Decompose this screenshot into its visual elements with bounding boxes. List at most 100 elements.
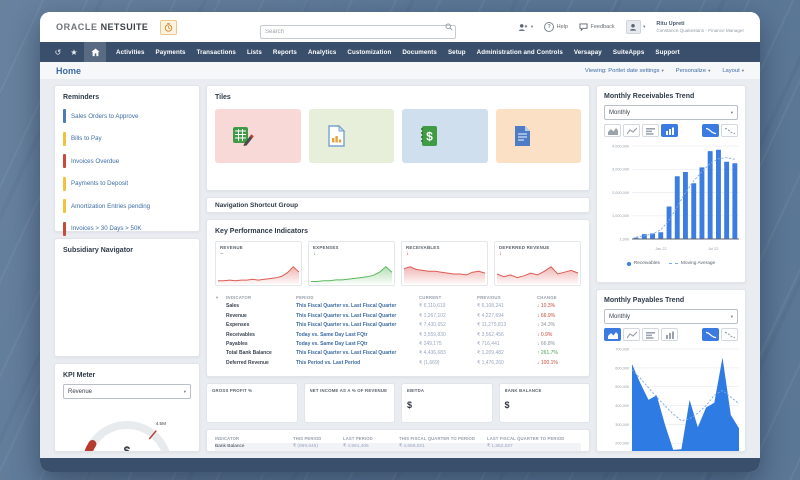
nav-item[interactable]: Lists [247,49,262,56]
home-tab[interactable] [84,42,106,62]
nav-item[interactable]: Support [655,49,679,56]
reminder-item[interactable]: Bills to Pay [63,131,191,146]
oracle-logo-text: ORACLE [56,22,98,32]
trendline-off-button[interactable] [721,328,738,341]
hbar-chart-button[interactable] [642,328,659,341]
nav-item[interactable]: Administration and Controls [477,49,563,56]
reminders-title: Reminders [63,94,100,101]
summary-card[interactable]: BANK BALANCE $ [498,383,590,424]
trendline-off-button[interactable] [721,124,738,137]
area-chart-button[interactable] [604,328,621,341]
main-navbar: ↺ ★ Activities Payments Transactions Lis… [40,42,760,62]
viewing-settings-dropdown[interactable]: Viewing: Portlet date settings ▾ [585,68,664,74]
svg-text:4,000,000: 4,000,000 [612,144,629,148]
feedback-menu[interactable]: Feedback [579,23,615,31]
kpi-row-indicator: Payables [226,341,248,348]
reminder-item[interactable]: Amortization Entries pending [63,199,191,213]
payables-period-value: Monthly [609,313,631,320]
trend-down-icon: ↓ [499,251,502,257]
personalize-dropdown[interactable]: Personalize ▾ [676,68,711,74]
kpi-row-current: ₹ (1,669) [419,359,440,366]
trendline-on-button[interactable] [702,124,719,137]
nav-item[interactable]: Analytics [308,49,336,56]
chevron-down-icon: ▾ [183,388,186,394]
nav-item[interactable]: Setup [448,49,466,56]
payables-chart-toolbar [604,328,738,341]
kpi-row-period-link[interactable]: This Fiscal Quarter vs. Last Fiscal Quar… [296,302,419,311]
reminder-label: Invoices > 30 Days > 50K [71,225,142,232]
receivables-legend: Receivables Moving Average [604,261,738,266]
nav-item[interactable]: Reports [273,49,297,56]
shortcuts-star-icon[interactable]: ★ [66,48,82,57]
kpi-card-deferred-revenue[interactable]: DEFERRED REVENUE ↓ [494,241,581,286]
receivables-chart-toolbar [604,124,738,137]
line-chart-button[interactable] [623,124,640,137]
reminder-item[interactable]: Sales Orders to Approve [63,109,191,123]
create-new-menu[interactable]: ▾ [518,23,533,32]
kpi-row-period-link[interactable]: This Period vs. Last Period [296,359,419,368]
nav-item[interactable]: Activities [116,49,145,56]
nav-item[interactable]: Payments [156,49,186,56]
subsidiary-navigator-portlet: Subsidiary Navigator [54,238,200,357]
reminder-item[interactable]: Invoices Overdue [63,154,191,168]
area-chart-button[interactable] [604,124,621,137]
filter-icon[interactable]: ▼ [215,293,226,302]
netsuite-logo-text: NETSUITE [100,22,149,32]
trendline-on-button[interactable] [702,328,719,341]
kpi-row-indicator: Revenue [226,312,247,319]
svg-text:Jul 22: Jul 22 [708,247,718,251]
summary-card[interactable]: EBITDA $ [401,383,493,424]
layout-dropdown[interactable]: Layout ▾ [722,68,744,74]
trend-icon: – [220,251,224,257]
kpi-row-indicator: Total Bank Balance [226,350,272,357]
svg-text:$: $ [124,444,131,452]
tile-spreadsheet-edit[interactable] [215,109,301,163]
reminder-item[interactable]: Invoices > 30 Days > 50K [63,221,191,236]
kpi-row-period-link[interactable]: Today vs. Same Day Last FQtr [296,331,419,340]
kpi-row-period-link[interactable]: Today vs. Same Day Last FQtr [296,340,419,349]
oracle-netsuite-logo[interactable]: ORACLE NETSUITE [56,22,148,32]
trend-down-icon: ↓ [313,251,316,257]
payables-period-select[interactable]: Monthly ▾ [604,309,738,324]
summary-card[interactable]: NET INCOME AS A % OF REVENUE [303,383,395,424]
kpi-row-period-link[interactable]: This Fiscal Quarter vs. Last Fiscal Quar… [296,321,419,330]
kpi-meter-select[interactable]: Revenue ▾ [63,384,191,399]
reminder-item[interactable]: Payments to Deposit [63,176,191,191]
line-chart-button[interactable] [623,328,640,341]
reminder-severity-bar [63,131,66,146]
subsidiary-navigator-title: Subsidiary Navigator [63,247,134,254]
tiles-row: $ [215,109,581,163]
tile-ledger-dollar[interactable]: $ [402,109,488,163]
receivables-period-select[interactable]: Monthly ▾ [604,105,738,120]
kpi-row-period-link[interactable]: This Fiscal Quarter vs. Last Fiscal Quar… [296,349,419,358]
tile-document[interactable] [495,109,581,163]
help-menu[interactable]: ? Help [544,22,568,32]
timer-icon[interactable] [160,19,178,35]
user-menu[interactable]: ▾ [625,20,645,34]
kpi-card-revenue[interactable]: REVENUE – [215,241,302,286]
recent-records-icon[interactable]: ↺ [50,48,66,57]
hbar-chart-button[interactable] [642,124,659,137]
search-input[interactable] [260,25,456,39]
nav-item[interactable]: Versapay [574,49,602,56]
kpi-card-expenses[interactable]: EXPENSES ↓ [308,241,395,286]
column-chart-button[interactable] [661,328,678,341]
chevron-down-icon: ▾ [730,313,733,319]
column-chart-button[interactable] [661,124,678,137]
avatar [625,20,641,34]
kpi-card-receivables[interactable]: RECEIVABLES ↓ [401,241,488,286]
nav-item[interactable]: Documents [402,49,437,56]
tile-report-document[interactable] [308,109,394,163]
nav-item[interactable]: Customization [347,49,391,56]
kpi-table-header: ▼ INDICATOR PERIOD CURRENT PREVIOUS CHAN… [215,293,581,302]
person-icon [630,23,637,31]
nav-item[interactable]: SuiteApps [613,49,645,56]
kpi-row-period-link[interactable]: This Fiscal Quarter vs. Last Fiscal Quar… [296,312,419,321]
kpi-table-body: Sales This Fiscal Quarter vs. Last Fisca… [215,302,581,368]
nav-item[interactable]: Transactions [197,49,236,56]
nav-menu: Activities Payments Transactions Lists R… [116,49,680,56]
search-icon[interactable] [445,23,453,31]
chevron-down-icon: ▾ [741,67,744,73]
summary-table-header: INDICATOR THIS PERIOD LAST PERIOD THIS F… [215,435,581,443]
summary-card[interactable]: GROSS PROFIT % [206,383,298,424]
